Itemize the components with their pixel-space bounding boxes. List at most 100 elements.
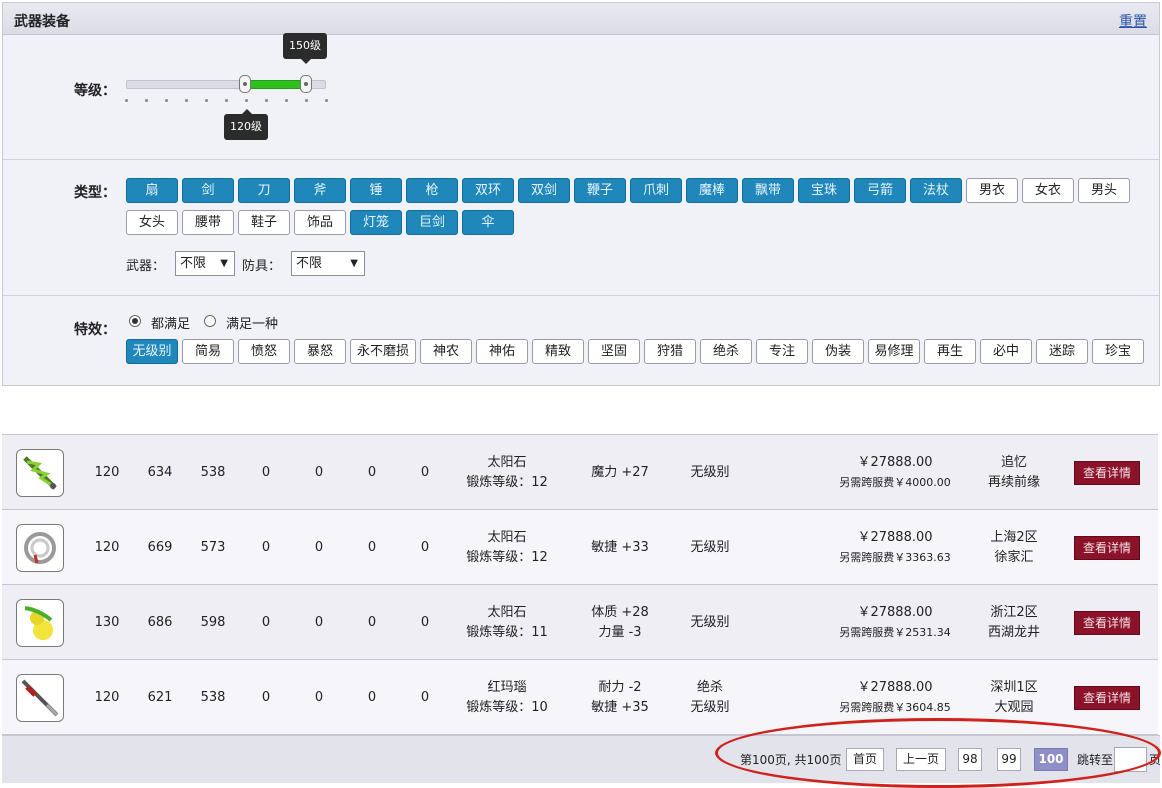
effect-line: 无级别 bbox=[690, 539, 730, 555]
slider-tick bbox=[325, 99, 328, 102]
type-button[interactable]: 枪 bbox=[406, 178, 458, 203]
type-button[interactable]: 爪刺 bbox=[630, 178, 682, 203]
level-cell: 120 bbox=[94, 464, 120, 480]
gourd-icon[interactable] bbox=[16, 599, 64, 647]
radio-match-any[interactable] bbox=[204, 315, 216, 327]
armor-select[interactable]: 不限 ▼ bbox=[291, 251, 365, 276]
effect-line: 绝杀 bbox=[696, 679, 723, 695]
server-region: 上海2区 bbox=[990, 529, 1038, 545]
type-button[interactable]: 伞 bbox=[462, 210, 514, 235]
type-button[interactable]: 饰品 bbox=[294, 210, 346, 235]
type-button[interactable]: 女头 bbox=[126, 210, 178, 235]
type-button[interactable]: 男头 bbox=[1078, 178, 1130, 203]
type-button[interactable]: 刀 bbox=[238, 178, 290, 203]
level-cell: 120 bbox=[94, 689, 120, 705]
type-button[interactable]: 弓箭 bbox=[854, 178, 906, 203]
effect-button[interactable]: 易修理 bbox=[868, 339, 920, 364]
weapon-select-label: 武器： bbox=[126, 259, 166, 274]
effect-button[interactable]: 愤怒 bbox=[238, 339, 290, 364]
effect-button[interactable]: 珍宝 bbox=[1092, 339, 1144, 364]
effects-label: 特效： bbox=[74, 322, 116, 338]
ring-icon[interactable] bbox=[16, 524, 64, 572]
effect-button[interactable]: 绝杀 bbox=[700, 339, 752, 364]
type-button[interactable]: 女衣 bbox=[1022, 178, 1074, 203]
stat-cell: 0 bbox=[367, 689, 377, 705]
spear-icon[interactable] bbox=[16, 674, 64, 722]
attribute-line: 力量 -3 bbox=[598, 624, 642, 640]
view-details-button[interactable]: 查看详情 bbox=[1074, 611, 1140, 635]
slider-tick bbox=[205, 99, 208, 102]
forge-level: 锻炼等级：12 bbox=[466, 549, 548, 565]
effect-button[interactable]: 狩猎 bbox=[644, 339, 696, 364]
server-region: 浙江2区 bbox=[990, 604, 1038, 620]
slider-tick bbox=[185, 99, 188, 102]
gem-cell: 红玛瑙 锻炼等级：10 bbox=[452, 660, 562, 735]
view-details-button[interactable]: 查看详情 bbox=[1074, 461, 1140, 485]
effect-button[interactable]: 简易 bbox=[182, 339, 234, 364]
stat-cell: 0 bbox=[367, 614, 377, 630]
type-button[interactable]: 扇 bbox=[126, 178, 178, 203]
stat-cell: 538 bbox=[200, 464, 226, 480]
stat-cell: 0 bbox=[420, 539, 430, 555]
stat-cell: 0 bbox=[367, 539, 377, 555]
armor-select-value: 不限 bbox=[296, 256, 323, 271]
type-button[interactable]: 法杖 bbox=[910, 178, 962, 203]
view-details-button[interactable]: 查看详情 bbox=[1074, 686, 1140, 710]
view-details-button[interactable]: 查看详情 bbox=[1074, 536, 1140, 560]
level-slider-min-handle[interactable] bbox=[239, 75, 251, 93]
slider-tick bbox=[165, 99, 168, 102]
effect-button[interactable]: 再生 bbox=[924, 339, 976, 364]
effect-button[interactable]: 神农 bbox=[420, 339, 472, 364]
effect-button[interactable]: 迷踪 bbox=[1036, 339, 1088, 364]
effect-button[interactable]: 专注 bbox=[756, 339, 808, 364]
stat-cell: 0 bbox=[261, 614, 271, 630]
effect-button[interactable]: 伪装 bbox=[812, 339, 864, 364]
panel-title: 武器装备 bbox=[14, 14, 70, 30]
attribute-cell: 体质 +28 力量 -3 bbox=[570, 585, 670, 660]
type-button[interactable]: 锤 bbox=[350, 178, 402, 203]
type-button[interactable]: 双环 bbox=[462, 178, 514, 203]
effect-button[interactable]: 神佑 bbox=[476, 339, 528, 364]
stat-cell: 538 bbox=[200, 689, 226, 705]
level-slider-max-handle[interactable] bbox=[300, 75, 312, 93]
stat-cell: 598 bbox=[200, 614, 226, 630]
attribute-line: 魔力 +27 bbox=[591, 464, 649, 480]
type-button[interactable]: 斧 bbox=[294, 178, 346, 203]
level-cell: 120 bbox=[94, 539, 120, 555]
effect-button[interactable]: 坚固 bbox=[588, 339, 640, 364]
effect-button[interactable]: 暴怒 bbox=[294, 339, 346, 364]
stat-cell: 0 bbox=[261, 539, 271, 555]
radio-match-all[interactable] bbox=[129, 315, 141, 327]
type-button[interactable]: 魔棒 bbox=[686, 178, 738, 203]
type-button[interactable]: 腰带 bbox=[182, 210, 234, 235]
price-cell: ￥27888.00 另需跨服费￥3363.63 bbox=[820, 510, 970, 585]
stat-cell: 0 bbox=[314, 614, 324, 630]
gem-name: 红玛瑙 bbox=[487, 679, 527, 695]
price: ￥27888.00 bbox=[857, 604, 933, 620]
type-button[interactable]: 双剑 bbox=[518, 178, 570, 203]
chevron-down-icon: ▼ bbox=[220, 258, 228, 269]
effect-button[interactable]: 精致 bbox=[532, 339, 584, 364]
effect-line: 无级别 bbox=[690, 614, 730, 630]
effect-button[interactable]: 无级别 bbox=[126, 339, 178, 364]
green-blade-icon[interactable] bbox=[16, 449, 64, 497]
reset-link[interactable]: 重置 bbox=[1119, 11, 1147, 31]
stat-cell: 0 bbox=[367, 464, 377, 480]
type-button[interactable]: 鞭子 bbox=[574, 178, 626, 203]
slider-tick bbox=[145, 99, 148, 102]
effect-button[interactable]: 必中 bbox=[980, 339, 1032, 364]
type-button[interactable]: 剑 bbox=[182, 178, 234, 203]
max-level-tooltip: 150级 bbox=[283, 33, 327, 64]
stat-cell: 0 bbox=[420, 689, 430, 705]
effect-cell: 无级别 bbox=[670, 585, 750, 660]
item-list: 120 634 538 0 0 0 0 太阳石 锻炼等级：12 魔力 +27 无级别 ￥27888.0… bbox=[2, 434, 1158, 735]
effect-button[interactable]: 永不磨损 bbox=[350, 339, 416, 364]
panel-header: 武器装备 重置 bbox=[3, 3, 1159, 35]
type-button[interactable]: 男衣 bbox=[966, 178, 1018, 203]
weapon-select[interactable]: 不限 ▼ bbox=[175, 251, 235, 276]
type-button[interactable]: 灯笼 bbox=[350, 210, 402, 235]
type-button[interactable]: 宝珠 bbox=[798, 178, 850, 203]
type-button[interactable]: 飘带 bbox=[742, 178, 794, 203]
type-button[interactable]: 鞋子 bbox=[238, 210, 290, 235]
type-button[interactable]: 巨剑 bbox=[406, 210, 458, 235]
